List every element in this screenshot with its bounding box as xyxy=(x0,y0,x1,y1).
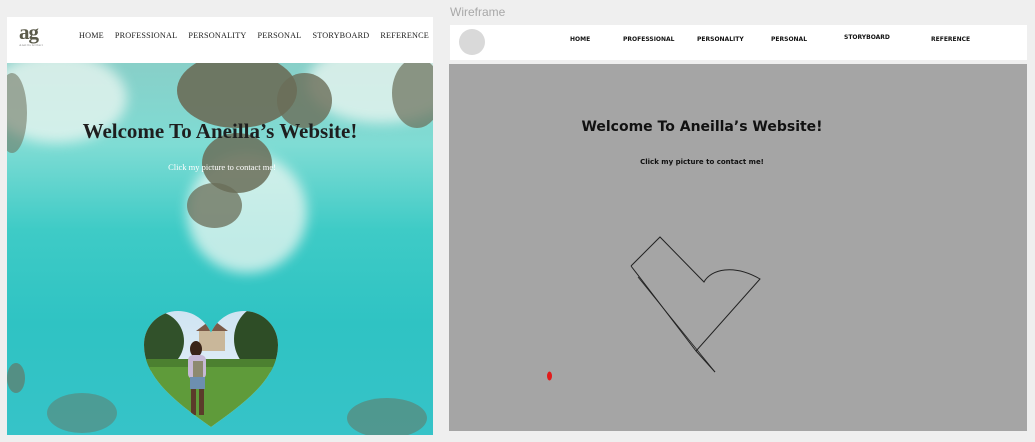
design-frame: ag Aneilla Gilbert HOME PROFESSIONAL PER… xyxy=(7,17,433,435)
rock-decoration xyxy=(47,393,117,433)
wireframe-nav-reference[interactable]: REFERENCE xyxy=(931,36,970,43)
site-logo[interactable]: ag Aneilla Gilbert xyxy=(19,20,47,53)
site-header: ag Aneilla Gilbert HOME PROFESSIONAL PER… xyxy=(7,17,433,63)
wireframe-logo-placeholder[interactable] xyxy=(459,29,485,55)
wireframe-nav-professional[interactable]: PROFESSIONAL xyxy=(623,36,675,43)
nav-reference[interactable]: REFERENCE xyxy=(380,31,429,40)
rock-decoration xyxy=(187,183,242,228)
wireframe-hero: Welcome To Aneilla’s Website! Click my p… xyxy=(449,64,1027,431)
wireframe-label: Wireframe xyxy=(450,5,506,19)
rock-decoration xyxy=(347,398,427,435)
logo-subtext: Aneilla Gilbert xyxy=(19,43,44,47)
nav-storyboard[interactable]: STORYBOARD xyxy=(312,31,369,40)
wireframe-nav-personality[interactable]: PERSONALITY xyxy=(697,36,744,43)
nav-personality[interactable]: PERSONALITY xyxy=(188,31,246,40)
wireframe-nav-home[interactable]: HOME xyxy=(570,36,590,43)
wireframe-nav-personal[interactable]: PERSONAL xyxy=(771,36,807,43)
nav-personal[interactable]: PERSONAL xyxy=(258,31,302,40)
red-marker-dot xyxy=(547,371,552,381)
site-nav: HOME PROFESSIONAL PERSONALITY PERSONAL S… xyxy=(79,31,429,40)
logo-mark: ag xyxy=(19,20,39,44)
nav-home[interactable]: HOME xyxy=(79,31,104,40)
hero-subtitle: Click my picture to contact me! xyxy=(168,162,276,172)
nav-professional[interactable]: PROFESSIONAL xyxy=(115,31,177,40)
wireframe-nav-storyboard[interactable]: STORYBOARD xyxy=(844,34,890,41)
wireframe-header: HOME PROFESSIONAL PERSONALITY PERSONAL S… xyxy=(450,25,1027,60)
wireframe-heart-sketch[interactable] xyxy=(449,64,1027,431)
heart-photo-contact-link[interactable] xyxy=(144,311,278,429)
hero-ocean-background: Welcome To Aneilla’s Website! Click my p… xyxy=(7,63,433,435)
hero-title: Welcome To Aneilla’s Website! xyxy=(82,119,358,143)
rock-decoration xyxy=(7,363,25,393)
